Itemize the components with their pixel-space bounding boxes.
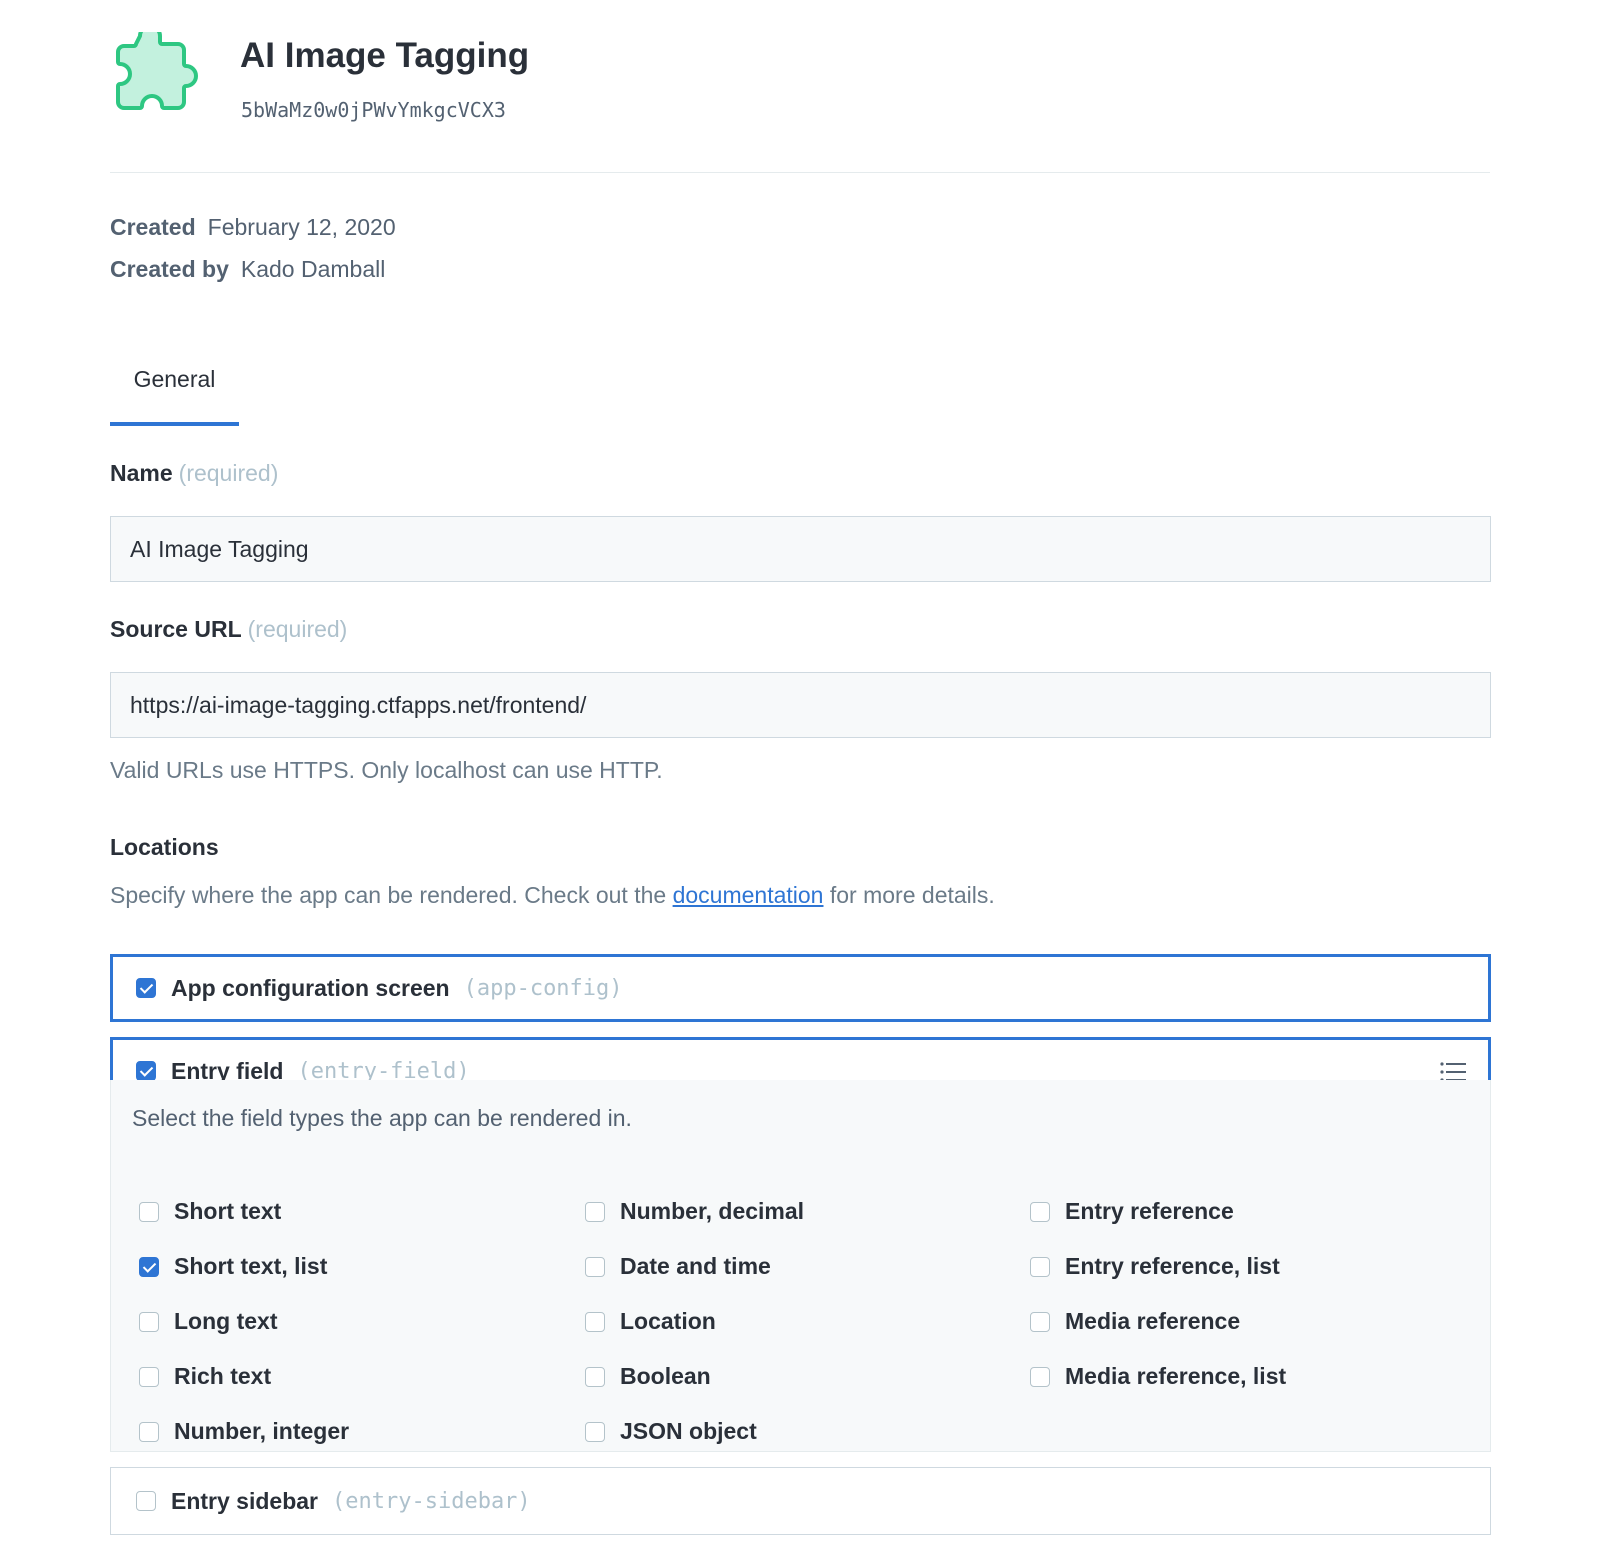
source-url-label: Source URL (required) bbox=[110, 616, 347, 643]
field-type-short-text[interactable]: Short text bbox=[139, 1198, 281, 1225]
source-url-required-hint: (required) bbox=[247, 616, 348, 642]
long-text-checkbox[interactable] bbox=[139, 1311, 159, 1332]
rich-text-checkbox[interactable] bbox=[139, 1366, 159, 1387]
source-url-input[interactable] bbox=[110, 672, 1491, 738]
date-time-checkbox[interactable] bbox=[585, 1256, 605, 1277]
app-header: AI Image Tagging 5bWaMz0w0jPWvYmkgcVCX3 bbox=[110, 32, 1490, 172]
header-divider bbox=[110, 172, 1490, 173]
number-decimal-checkbox[interactable] bbox=[585, 1201, 605, 1222]
name-label: Name (required) bbox=[110, 460, 278, 487]
field-type-entry-reference-list[interactable]: Entry reference, list bbox=[1030, 1253, 1280, 1280]
field-type-label: Number, integer bbox=[174, 1418, 350, 1444]
name-input[interactable] bbox=[110, 516, 1491, 582]
name-required-hint: (required) bbox=[178, 460, 279, 486]
app-title: AI Image Tagging bbox=[240, 36, 530, 75]
field-type-media-reference[interactable]: Media reference bbox=[1030, 1308, 1240, 1335]
field-type-entry-reference[interactable]: Entry reference bbox=[1030, 1198, 1234, 1225]
field-type-label: Boolean bbox=[620, 1363, 711, 1389]
source-url-label-text: Source URL bbox=[110, 616, 242, 642]
location-entry-sidebar[interactable]: Entry sidebar (entry-sidebar) bbox=[110, 1467, 1491, 1535]
source-url-help: Valid URLs use HTTPS. Only localhost can… bbox=[110, 757, 663, 783]
name-label-text: Name bbox=[110, 460, 173, 486]
locations-help-prefix: Specify where the app can be rendered. C… bbox=[110, 882, 673, 908]
number-integer-checkbox[interactable] bbox=[139, 1421, 159, 1442]
entry-field-checkbox[interactable] bbox=[136, 1061, 156, 1081]
locations-help-suffix: for more details. bbox=[823, 882, 995, 908]
field-type-long-text[interactable]: Long text bbox=[139, 1308, 278, 1335]
entry-reference-list-checkbox[interactable] bbox=[1030, 1256, 1050, 1277]
app-id: 5bWaMz0w0jPWvYmkgcVCX3 bbox=[241, 98, 506, 122]
locations-label: Locations bbox=[110, 834, 219, 860]
location-checkbox[interactable] bbox=[585, 1311, 605, 1332]
documentation-link[interactable]: documentation bbox=[673, 882, 824, 908]
tab-general[interactable]: General bbox=[110, 358, 239, 428]
field-type-label: Entry reference bbox=[1065, 1198, 1234, 1224]
created-row: Created February 12, 2020 bbox=[110, 214, 396, 241]
locations-help: Specify where the app can be rendered. C… bbox=[110, 882, 995, 909]
field-type-media-reference-list[interactable]: Media reference, list bbox=[1030, 1363, 1286, 1390]
app-config-checkbox[interactable] bbox=[136, 978, 156, 998]
location-code: (entry-sidebar) bbox=[332, 1488, 531, 1514]
puzzle-piece-icon bbox=[116, 32, 198, 110]
field-type-boolean[interactable]: Boolean bbox=[585, 1363, 711, 1390]
media-reference-list-checkbox[interactable] bbox=[1030, 1366, 1050, 1387]
location-app-config[interactable]: App configuration screen (app-config) bbox=[110, 954, 1491, 1022]
field-type-number-decimal[interactable]: Number, decimal bbox=[585, 1198, 804, 1225]
location-name: App configuration screen bbox=[171, 974, 450, 1001]
field-type-label: Media reference bbox=[1065, 1308, 1241, 1334]
field-type-json-object[interactable]: JSON object bbox=[585, 1418, 757, 1445]
short-text-list-checkbox[interactable] bbox=[139, 1256, 159, 1277]
created-by-value: Kado Damball bbox=[240, 256, 386, 282]
field-type-label: Short text bbox=[174, 1198, 282, 1224]
field-types-panel: Select the field types the app can be re… bbox=[110, 1080, 1491, 1452]
field-type-location[interactable]: Location bbox=[585, 1308, 716, 1335]
location-code: (app-config) bbox=[463, 975, 623, 1001]
created-value: February 12, 2020 bbox=[207, 214, 396, 240]
field-type-rich-text[interactable]: Rich text bbox=[139, 1363, 271, 1390]
field-type-label: Location bbox=[620, 1308, 716, 1334]
field-type-short-text-list[interactable]: Short text, list bbox=[139, 1253, 327, 1280]
tab-active-indicator bbox=[110, 422, 239, 426]
field-type-label: JSON object bbox=[620, 1418, 757, 1444]
field-type-number-integer[interactable]: Number, integer bbox=[139, 1418, 349, 1445]
created-by-row: Created by Kado Damball bbox=[110, 256, 385, 283]
field-type-label: Short text, list bbox=[174, 1253, 328, 1279]
field-type-date-time[interactable]: Date and time bbox=[585, 1253, 771, 1280]
media-reference-checkbox[interactable] bbox=[1030, 1311, 1050, 1332]
field-type-label: Number, decimal bbox=[620, 1198, 805, 1224]
field-type-label: Rich text bbox=[174, 1363, 272, 1389]
json-object-checkbox[interactable] bbox=[585, 1421, 605, 1442]
created-by-label: Created by bbox=[110, 256, 229, 282]
entry-reference-checkbox[interactable] bbox=[1030, 1201, 1050, 1222]
entry-sidebar-checkbox[interactable] bbox=[136, 1491, 156, 1511]
field-type-label: Entry reference, list bbox=[1065, 1253, 1280, 1279]
field-type-label: Long text bbox=[174, 1308, 278, 1334]
created-label: Created bbox=[110, 214, 196, 240]
field-types-intro: Select the field types the app can be re… bbox=[132, 1105, 632, 1131]
field-type-label: Media reference, list bbox=[1065, 1363, 1287, 1389]
short-text-checkbox[interactable] bbox=[139, 1201, 159, 1222]
boolean-checkbox[interactable] bbox=[585, 1366, 605, 1387]
field-type-label: Date and time bbox=[620, 1253, 771, 1279]
location-name: Entry sidebar bbox=[171, 1487, 318, 1514]
